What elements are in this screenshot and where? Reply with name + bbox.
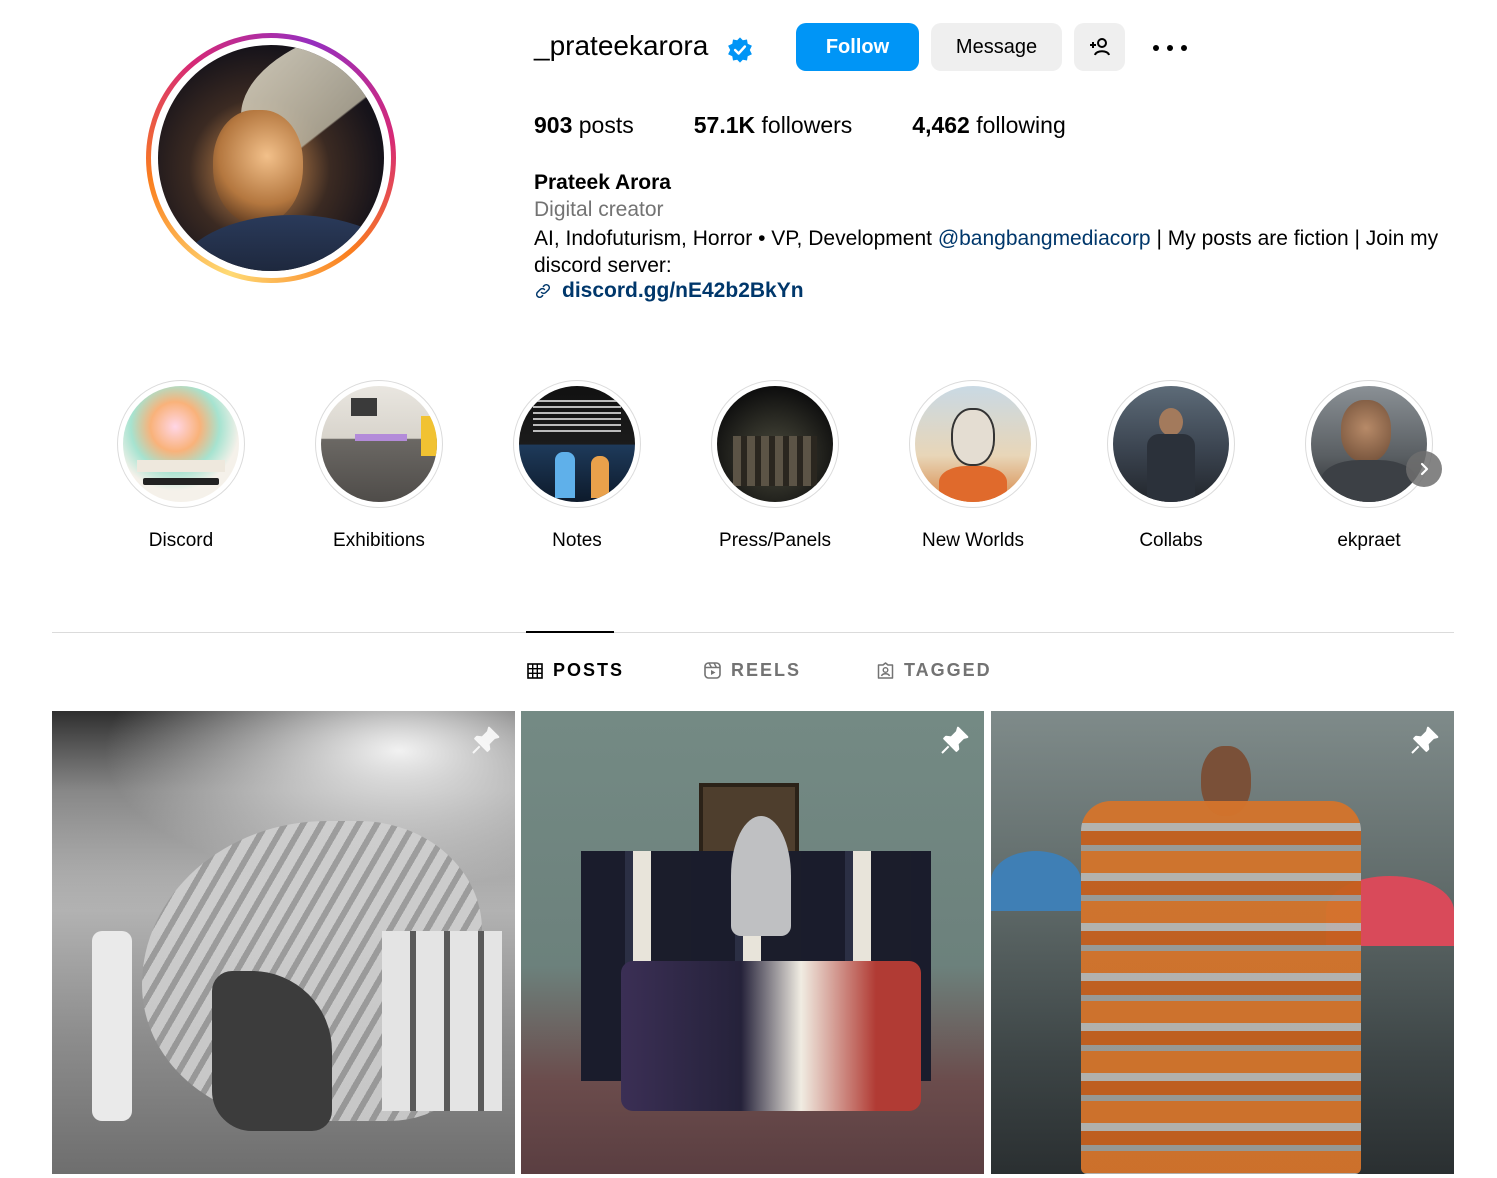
verified-badge-icon	[728, 37, 752, 63]
external-link[interactable]: discord.gg/nE42b2BkYn	[534, 279, 804, 303]
profile-avatar-ring[interactable]	[146, 33, 396, 283]
reels-icon	[704, 662, 721, 679]
highlight-cover	[1113, 386, 1229, 502]
follow-button[interactable]: Follow	[796, 23, 919, 71]
pin-icon	[472, 726, 500, 754]
highlight-label: New Worlds	[921, 530, 1025, 551]
username: _prateekarora	[534, 30, 709, 61]
highlight-label: Notes	[552, 530, 602, 551]
posts-count: 903 posts	[534, 112, 634, 138]
post-thumbnail[interactable]	[521, 711, 984, 1174]
highlights-next-button[interactable]	[1406, 451, 1442, 487]
add-user-icon	[1089, 38, 1110, 56]
highlight-ring	[1107, 380, 1235, 508]
message-button[interactable]: Message	[931, 23, 1062, 71]
highlight-collabs[interactable]: Collabs	[1106, 380, 1236, 552]
chevron-right-icon	[1420, 462, 1429, 476]
highlight-exhibitions[interactable]: Exhibitions	[314, 380, 444, 552]
tabs-divider	[52, 632, 1454, 633]
tab-tagged-label: TAGGED	[904, 660, 992, 680]
following-count[interactable]: 4,462 following	[912, 112, 1065, 139]
tab-reels-label: REELS	[731, 660, 802, 680]
highlight-cover	[519, 386, 635, 502]
highlight-ring	[711, 380, 839, 508]
highlight-label: Exhibitions	[333, 530, 425, 551]
highlight-label: ekpraet	[1337, 530, 1401, 551]
followers-count[interactable]: 57.1K followers	[694, 112, 853, 139]
highlight-label: Press/Panels	[719, 530, 831, 551]
post-robot-suit	[1081, 801, 1361, 1174]
avatar-face	[213, 110, 303, 225]
highlight-cover	[123, 386, 239, 502]
grid-icon	[527, 662, 543, 679]
external-link-text[interactable]: discord.gg/nE42b2BkYn	[562, 279, 804, 303]
tagged-icon	[877, 662, 894, 679]
tab-posts-label: POSTS	[553, 660, 625, 680]
profile-stats: 903 posts 57.1K followers 4,462 followin…	[534, 112, 1126, 139]
full-name: Prateek Arora	[534, 171, 671, 194]
tab-reels[interactable]: REELS	[704, 660, 801, 681]
suggested-users-button[interactable]	[1074, 23, 1125, 71]
post-seated	[621, 961, 921, 1111]
avatar[interactable]	[158, 45, 384, 271]
highlight-notes[interactable]: Notes	[512, 380, 642, 552]
highlight-cover	[1311, 386, 1427, 502]
post-umbrella-blue	[991, 851, 1081, 911]
category-label: Digital creator	[534, 198, 664, 221]
post-thumbnail[interactable]	[991, 711, 1454, 1174]
post-ghost	[731, 816, 791, 936]
highlight-cover	[321, 386, 437, 502]
pin-icon	[1411, 726, 1439, 754]
highlight-new-worlds[interactable]: New Worlds	[908, 380, 1038, 552]
pin-icon	[941, 726, 969, 754]
highlight-ring	[315, 380, 443, 508]
highlight-cover	[717, 386, 833, 502]
post-thumbnail[interactable]	[52, 711, 515, 1174]
highlight-press-panels[interactable]: Press/Panels	[710, 380, 840, 552]
highlight-label: Collabs	[1139, 530, 1203, 551]
more-options-icon[interactable]	[1150, 36, 1190, 60]
link-icon	[535, 283, 551, 299]
highlight-ring	[117, 380, 245, 508]
active-tab-indicator	[526, 631, 614, 633]
highlight-ring	[513, 380, 641, 508]
bio: AI, Indofuturism, Horror • VP, Developme…	[534, 227, 1439, 277]
highlight-label: Discord	[148, 530, 214, 551]
bio-mention-link[interactable]: @bangbangmediacorp	[938, 227, 1151, 250]
tab-tagged[interactable]: TAGGED	[877, 660, 992, 681]
highlight-ring	[1305, 380, 1433, 508]
highlight-discord[interactable]: Discord	[116, 380, 246, 552]
avatar-shoulder	[178, 215, 384, 271]
post-person	[92, 931, 132, 1121]
post-people	[382, 931, 502, 1111]
highlight-cover	[915, 386, 1031, 502]
tab-posts[interactable]: POSTS	[527, 660, 624, 681]
highlight-ring	[909, 380, 1037, 508]
